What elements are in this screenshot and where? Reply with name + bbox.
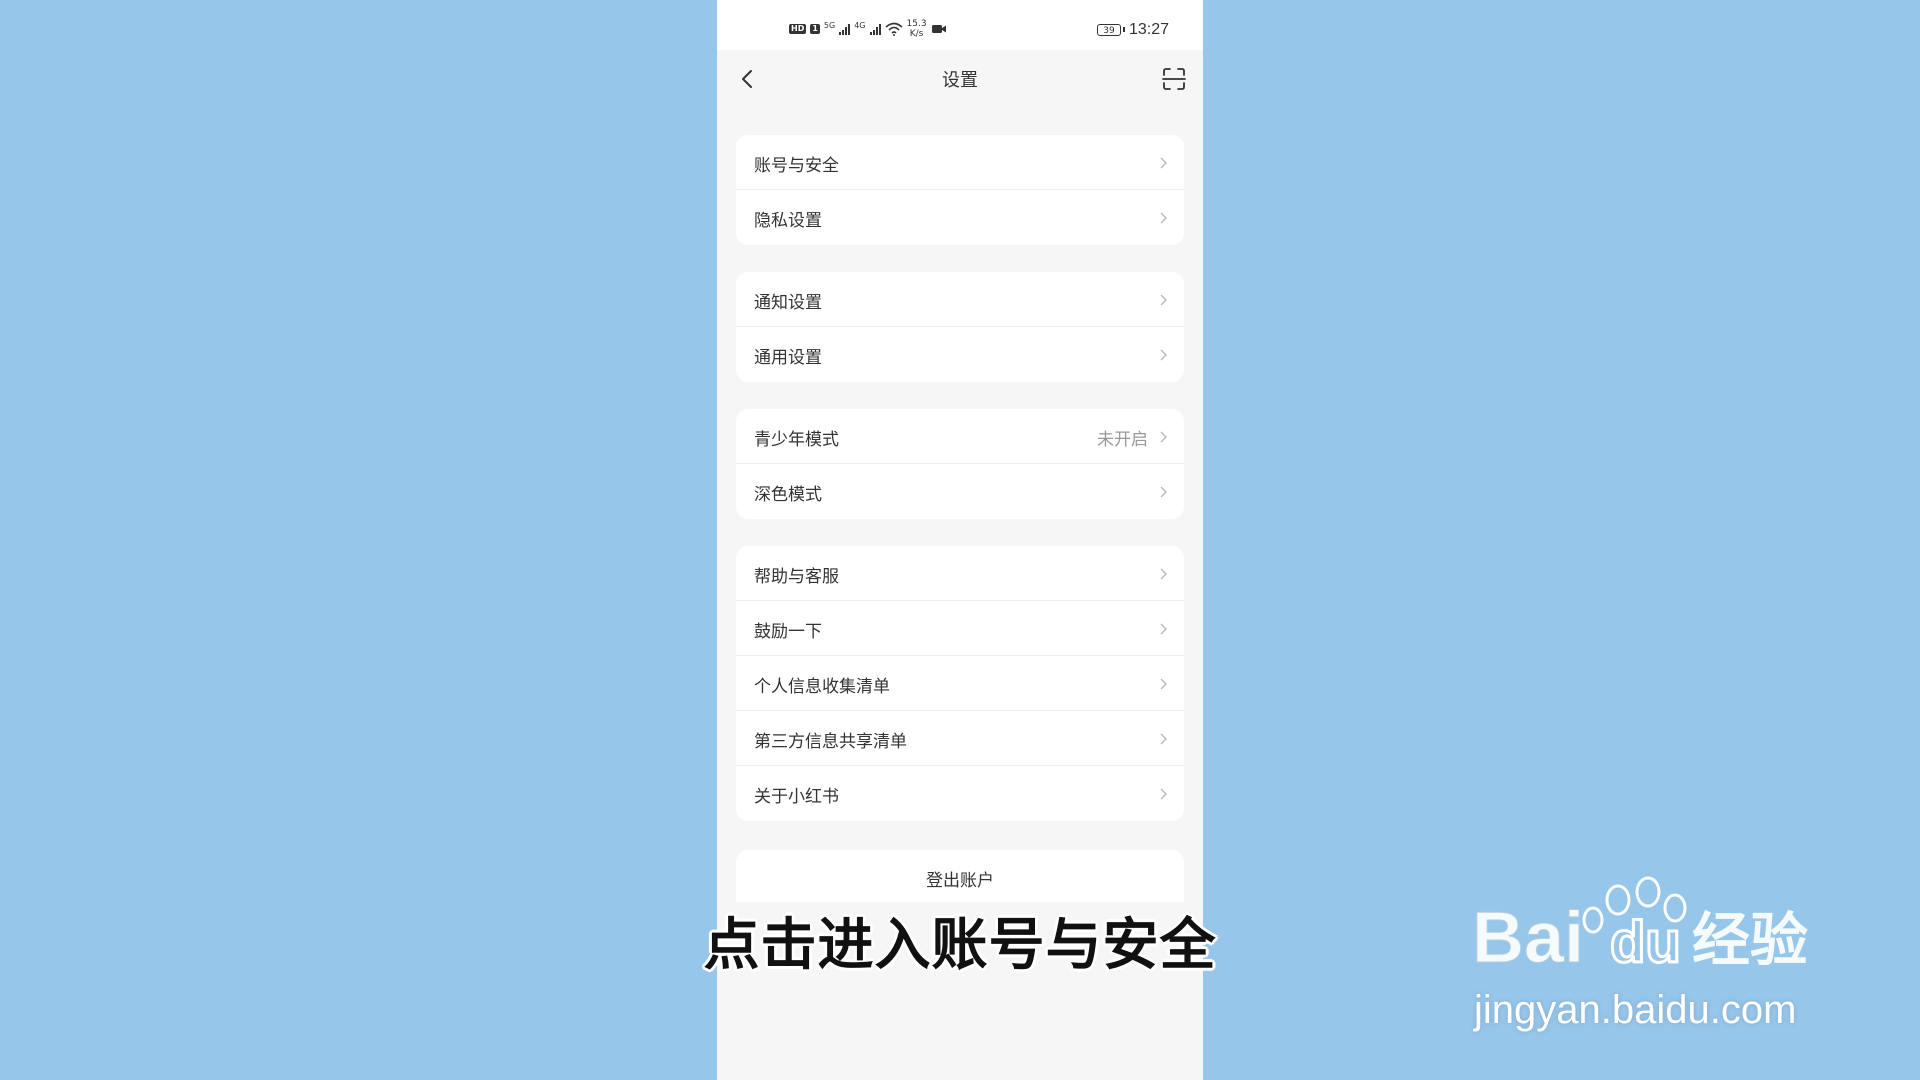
settings-item-label: 隐私设置: [754, 211, 822, 231]
speed-unit: K/s: [909, 29, 924, 39]
teen-mode-status: 未开启: [1097, 430, 1148, 450]
watermark-url: jingyan.baidu.com: [1474, 988, 1797, 1032]
settings-item-personal-info-list[interactable]: 个人信息收集清单: [736, 656, 1184, 711]
video-record-icon: [931, 25, 946, 33]
svg-text:du: du: [1610, 910, 1681, 975]
settings-group-modes: 青少年模式 未开启 深色模式: [736, 409, 1184, 519]
chevron-right-icon: [1160, 157, 1168, 169]
chevron-right-icon: [1160, 212, 1168, 224]
sim-badge: 1: [810, 24, 820, 34]
settings-item-general[interactable]: 通用设置: [736, 327, 1184, 382]
settings-item-help[interactable]: 帮助与客服: [736, 546, 1184, 601]
svg-text:经验: 经验: [1692, 906, 1808, 974]
settings-item-third-party-list[interactable]: 第三方信息共享清单: [736, 711, 1184, 766]
settings-item-privacy[interactable]: 隐私设置: [736, 190, 1184, 245]
settings-item-notifications[interactable]: 通知设置: [736, 272, 1184, 327]
tutorial-caption: 点击进入账号与安全: [703, 913, 1217, 978]
settings-item-label: 账号与安全: [754, 156, 839, 176]
speed-value: 15.3: [906, 19, 927, 29]
scan-icon[interactable]: [1161, 66, 1187, 92]
settings-item-dark-mode[interactable]: 深色模式: [736, 464, 1184, 519]
svg-text:Bai: Bai: [1472, 898, 1584, 978]
baidu-jingyan-watermark: Bai du 经验 jingyan.baidu.com: [1470, 870, 1890, 1040]
chevron-right-icon: [1160, 678, 1168, 690]
status-right: 39 13:27: [1096, 20, 1169, 40]
signal-icon: [839, 23, 851, 35]
settings-item-encourage[interactable]: 鼓励一下: [736, 601, 1184, 656]
wifi-icon: [884, 22, 903, 36]
settings-item-label: 帮助与客服: [754, 567, 839, 587]
settings-item-label: 青少年模式: [754, 430, 839, 450]
net1-label: 5G: [823, 20, 836, 30]
logout-label: 登出账户: [926, 871, 994, 891]
settings-group-general: 通知设置 通用设置: [736, 272, 1184, 382]
nav-bar: 设置: [717, 50, 1203, 106]
battery-icon: 39: [1096, 24, 1125, 36]
status-bar: HD 1 5G 4G 15.3 K/s 39 13:27: [717, 0, 1203, 50]
signal-icon: [869, 23, 881, 35]
chevron-right-icon: [1160, 733, 1168, 745]
settings-item-label: 深色模式: [754, 485, 822, 505]
chevron-right-icon: [1160, 294, 1168, 306]
settings-item-label: 第三方信息共享清单: [754, 732, 907, 752]
chevron-right-icon: [1160, 623, 1168, 635]
settings-group-about: 帮助与客服 鼓励一下 个人信息收集清单 第三方信息共享清单 关于小红书: [736, 546, 1184, 821]
chevron-right-icon: [1160, 431, 1168, 443]
net2-label: 4G: [854, 20, 866, 30]
settings-item-account-security[interactable]: 账号与安全: [736, 135, 1184, 190]
settings-item-label: 关于小红书: [754, 787, 839, 807]
chevron-right-icon: [1160, 568, 1168, 580]
settings-item-label: 鼓励一下: [754, 622, 822, 642]
settings-item-teen-mode[interactable]: 青少年模式 未开启: [736, 409, 1184, 464]
settings-item-label: 通知设置: [754, 293, 822, 313]
settings-item-label: 通用设置: [754, 348, 822, 368]
chevron-right-icon: [1160, 788, 1168, 800]
baidu-logo-icon: Bai du 经验: [1472, 876, 1808, 979]
logout-button[interactable]: 登出账户: [736, 850, 1184, 902]
hd-badge: HD: [789, 24, 807, 34]
settings-item-about[interactable]: 关于小红书: [736, 766, 1184, 821]
chevron-right-icon: [1160, 349, 1168, 361]
settings-group-account: 账号与安全 隐私设置: [736, 135, 1184, 245]
status-left: HD 1 5G 4G 15.3 K/s: [789, 18, 947, 40]
settings-item-label: 个人信息收集清单: [754, 677, 890, 697]
page-title: 设置: [942, 70, 978, 91]
net-speed: 15.3 K/s: [907, 19, 927, 39]
clock: 13:27: [1128, 21, 1169, 38]
chevron-right-icon: [1160, 486, 1168, 498]
